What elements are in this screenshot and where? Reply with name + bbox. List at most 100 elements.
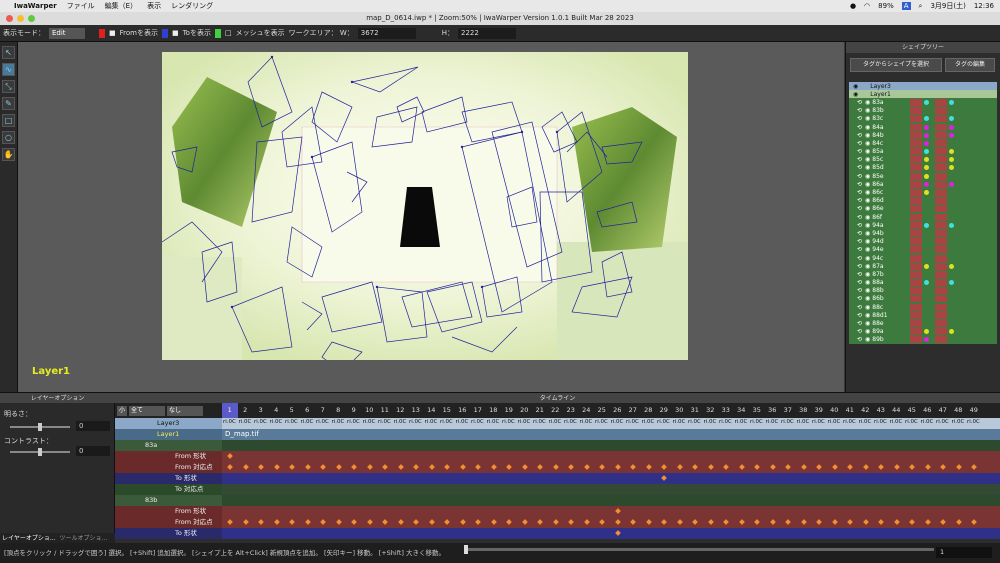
keyframe-marker[interactable]: [413, 464, 419, 470]
shape-row[interactable]: ⟲ ◉ 86f: [849, 213, 997, 222]
timeline-cell-label[interactable]: ri.0C: [735, 419, 748, 425]
keyframe-marker[interactable]: [242, 519, 249, 525]
menu-view[interactable]: 表示: [147, 1, 161, 11]
keyframe-marker[interactable]: [692, 464, 698, 470]
zoom-button[interactable]: [28, 15, 35, 22]
from-shape-indicator[interactable]: [910, 205, 923, 213]
to-shape-indicator[interactable]: [935, 148, 948, 156]
to-shape-indicator[interactable]: [935, 156, 948, 164]
frame-number[interactable]: 17: [470, 403, 486, 418]
keyframe-marker[interactable]: [878, 519, 884, 525]
keyframe-marker[interactable]: [769, 464, 776, 470]
frame-number[interactable]: 48: [951, 403, 967, 418]
from-shape-indicator[interactable]: [910, 279, 923, 287]
none-select[interactable]: なし: [167, 405, 204, 416]
keyframe-marker[interactable]: [397, 519, 404, 525]
frame-number[interactable]: 7: [315, 403, 331, 418]
app-menu[interactable]: IwaWarper: [14, 2, 57, 10]
timeline-cell-label[interactable]: ri.0C: [409, 419, 422, 425]
frame-number[interactable]: 30: [672, 403, 688, 418]
keyframe-marker[interactable]: [227, 464, 233, 470]
work-area-width-input[interactable]: 3672: [357, 27, 416, 39]
shape-row[interactable]: ⟲ ◉ 87b: [849, 270, 997, 279]
timeline-cells[interactable]: [222, 451, 1000, 462]
frame-number[interactable]: 5: [284, 403, 300, 418]
lock-icon[interactable]: ⟲: [857, 222, 862, 229]
keyframe-marker[interactable]: [924, 464, 931, 470]
frame-number[interactable]: 45: [904, 403, 920, 418]
timeline-cell-label[interactable]: ri.0C: [859, 419, 872, 425]
frame-number[interactable]: 33: [718, 403, 734, 418]
timeline-cell-label[interactable]: ri.0C: [921, 419, 934, 425]
shape-tree-list[interactable]: ◉ Layer3 ◉ Layer1 ⟲ ◉ 83a ⟲ ◉ 83b ⟲ ◉ 83c ⟲ ◉ 84a ⟲ ◉ 84b ⟲…: [849, 82, 997, 390]
to-shape-indicator[interactable]: [935, 180, 948, 188]
timeline-cell-label[interactable]: ri.0C: [301, 419, 314, 425]
lock-icon[interactable]: ⟲: [857, 279, 862, 286]
to-color-swatch[interactable]: [161, 28, 168, 38]
to-shape-indicator[interactable]: [935, 279, 948, 287]
keyframe-marker[interactable]: [258, 464, 264, 470]
frame-number[interactable]: 44: [889, 403, 905, 418]
keyframe-marker[interactable]: [769, 519, 776, 525]
from-shape-indicator[interactable]: [910, 98, 923, 106]
keyframe-marker[interactable]: [428, 464, 435, 470]
lock-icon[interactable]: ⟲: [857, 336, 862, 343]
timeline-cell-label[interactable]: ri.0C: [471, 419, 484, 425]
shape-row[interactable]: ⟲ ◉ 84a: [849, 122, 997, 132]
timeline-cell-label[interactable]: ri.0C: [564, 419, 577, 425]
input-source-icon[interactable]: A: [901, 2, 911, 10]
keyframe-marker[interactable]: [676, 464, 683, 470]
curve-tool-icon[interactable]: ∿: [2, 63, 15, 76]
wifi-icon[interactable]: ◠: [864, 2, 870, 10]
lock-icon[interactable]: ⟲: [857, 238, 862, 245]
frame-number[interactable]: 3: [253, 403, 269, 418]
frame-number[interactable]: 6: [300, 403, 316, 418]
shape-row[interactable]: ⟲ ◉ 94c: [849, 253, 997, 263]
frame-number[interactable]: 11: [377, 403, 393, 418]
hand-tool-icon[interactable]: ✋: [2, 148, 15, 161]
to-shape-indicator[interactable]: [935, 287, 948, 295]
keyframe-marker[interactable]: [397, 464, 404, 470]
frame-number[interactable]: 39: [811, 403, 827, 418]
frame-number[interactable]: 14: [424, 403, 440, 418]
timeline-cell-label[interactable]: ri.0C: [425, 419, 438, 425]
timeline-cell-label[interactable]: ri.0C: [797, 419, 810, 425]
shape-row[interactable]: ⟲ ◉ 86e: [849, 204, 997, 213]
timeline-cell-label[interactable]: ri.0C: [285, 419, 298, 425]
filter-select[interactable]: 全て: [129, 405, 166, 416]
lock-icon[interactable]: ⟲: [857, 156, 862, 163]
timeline-row[interactable]: From 対応点: [115, 462, 1000, 473]
mesh-visible-checkbox[interactable]: □: [225, 29, 232, 37]
timeline-cells[interactable]: [222, 517, 1000, 528]
select-shape-from-tag-button[interactable]: タグからシェイプを選択: [850, 58, 942, 72]
timeline-cell-label[interactable]: ri.0C: [781, 419, 794, 425]
shape-row[interactable]: ⟲ ◉ 89a: [849, 327, 997, 336]
shape-row[interactable]: ⟲ ◉ 94e: [849, 245, 997, 254]
lock-icon[interactable]: ⟲: [857, 132, 862, 139]
timeline-cell-label[interactable]: ri.0C: [626, 419, 639, 425]
to-visible-checkbox[interactable]: ■: [172, 29, 179, 37]
keyframe-marker[interactable]: [568, 464, 574, 470]
shape-row[interactable]: ⟲ ◉ 83a: [849, 98, 997, 107]
from-shape-indicator[interactable]: [910, 123, 923, 131]
timeline-row[interactable]: Layer3 ri.0C ri.0C ri.0C ri.0C ri.0C ri.0C ri.0…: [115, 418, 1000, 429]
menu-edit[interactable]: 編集（E）: [105, 1, 137, 11]
shape-row[interactable]: ⟲ ◉ 85a: [849, 147, 997, 156]
keyframe-marker[interactable]: [940, 464, 946, 470]
keyframe-marker[interactable]: [955, 519, 962, 525]
keyframe-marker[interactable]: [413, 519, 419, 525]
to-shape-indicator[interactable]: [935, 246, 948, 254]
timeline-cell-label[interactable]: ri.0C: [394, 419, 407, 425]
from-shape-indicator[interactable]: [910, 303, 923, 311]
lock-icon[interactable]: ⟲: [857, 271, 862, 278]
keyframe-marker[interactable]: [878, 464, 884, 470]
shape-row[interactable]: ⟲ ◉ 85d: [849, 163, 997, 173]
from-shape-indicator[interactable]: [910, 148, 923, 156]
timeline-cells[interactable]: ri.0C ri.0C ri.0C ri.0C ri.0C ri.0C ri.0C ri.0C…: [222, 418, 1000, 429]
keyframe-marker[interactable]: [676, 519, 683, 525]
timeline-cell-label[interactable]: ri.0C: [316, 419, 329, 425]
timeline-cell-label[interactable]: ri.0C: [502, 419, 515, 425]
from-shape-indicator[interactable]: [910, 229, 923, 237]
timeline-row[interactable]: From 形状: [115, 451, 1000, 462]
shape-row[interactable]: ⟲ ◉ 85e: [849, 172, 997, 181]
